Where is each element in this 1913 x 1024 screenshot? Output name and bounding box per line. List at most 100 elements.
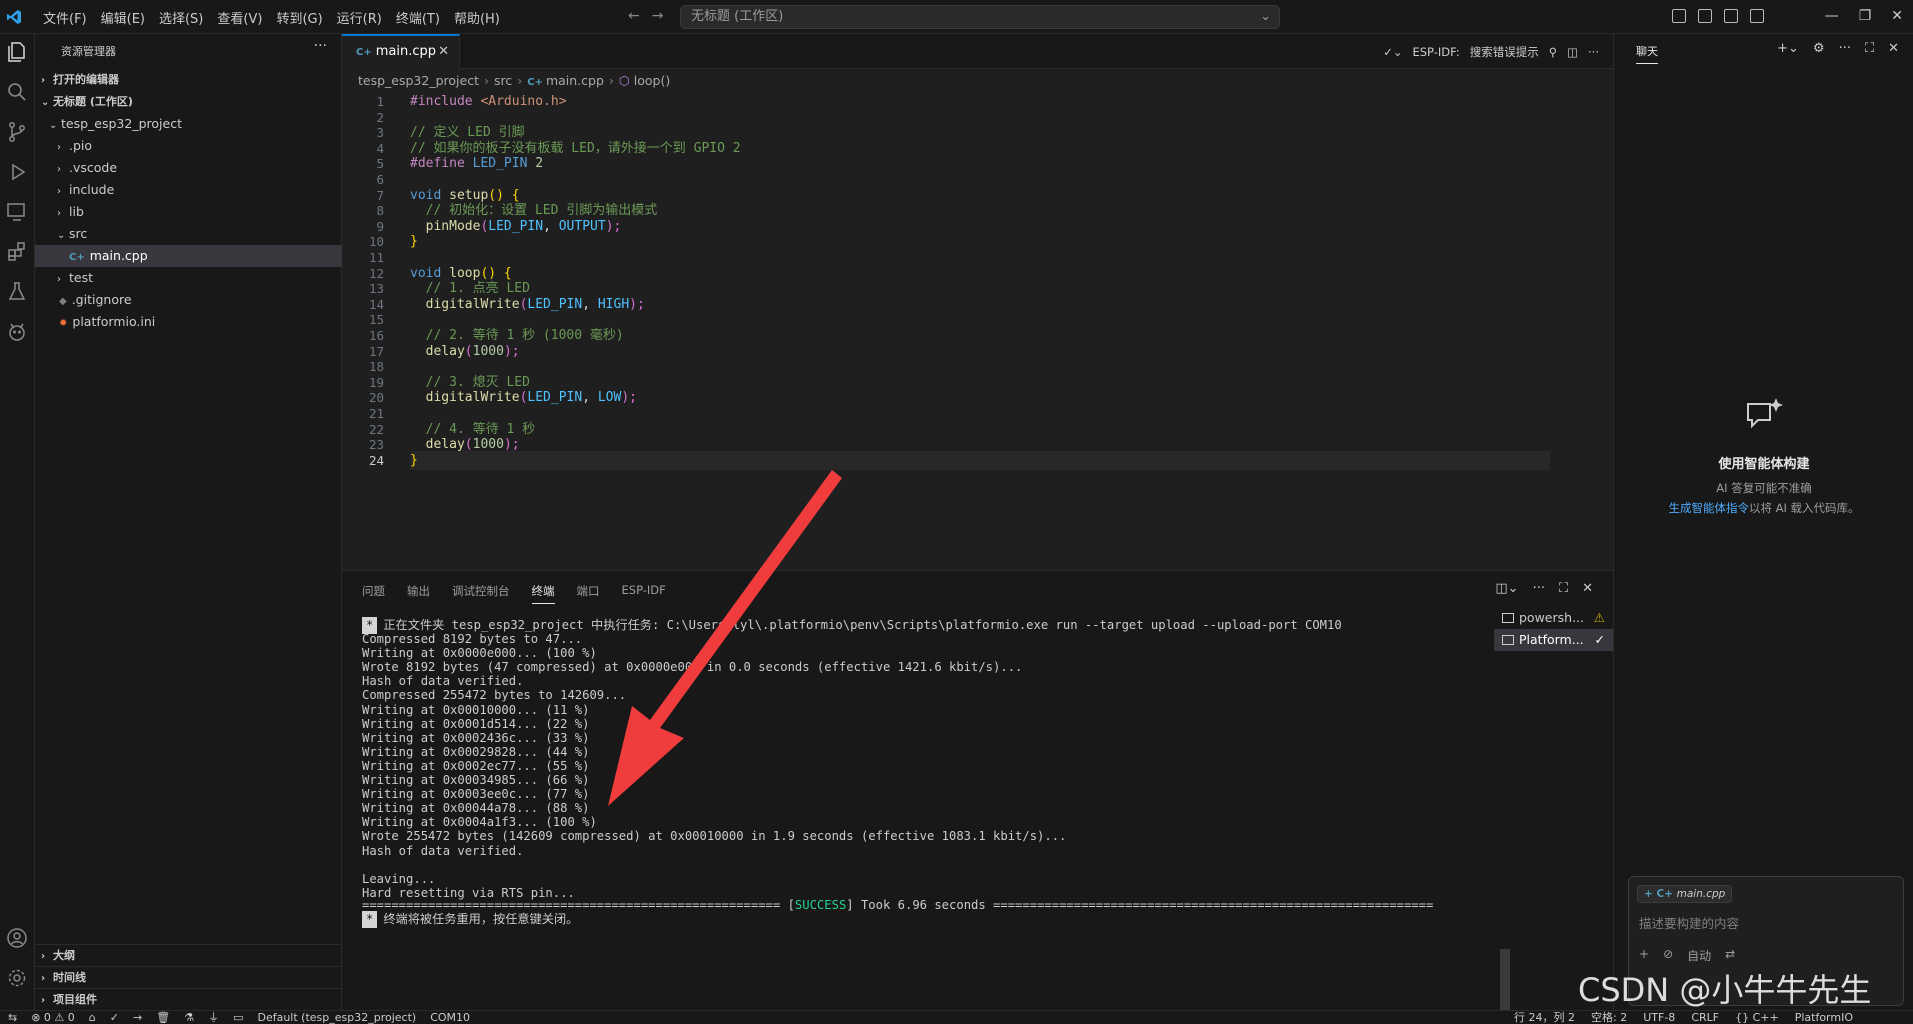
breadcrumb-file[interactable]: main.cpp	[546, 73, 604, 88]
add-context-icon[interactable]: +	[1639, 947, 1649, 964]
serial-monitor-plug-icon[interactable]: ⏚	[208, 1011, 219, 1024]
terminal-item-powershell[interactable]: powersh... ⚠	[1494, 607, 1613, 629]
encoding[interactable]: UTF-8	[1643, 1011, 1675, 1024]
home-icon[interactable]: ⌂	[89, 1011, 96, 1024]
chat-settings-gear-icon[interactable]: ⚙	[1813, 41, 1825, 56]
maximize-panel-icon[interactable]: ⛶	[1559, 581, 1568, 596]
breadcrumb-symbol[interactable]: loop()	[634, 73, 670, 88]
more-actions-icon[interactable]: ···	[314, 38, 327, 54]
command-center[interactable]: 无标题 (工作区) ⌄	[680, 5, 1280, 29]
folder-label: lib	[69, 204, 84, 219]
terminal-output[interactable]: * 正在文件夹 tesp_esp32_project 中执行任务: C:\User…	[362, 617, 1512, 1024]
language-mode[interactable]: {} C++	[1735, 1011, 1779, 1024]
remote-explorer-icon[interactable]	[5, 200, 29, 224]
close-panel-icon[interactable]: ✕	[1582, 581, 1593, 596]
eol[interactable]: CRLF	[1691, 1011, 1719, 1024]
toggle-sidebar-icon[interactable]	[1698, 9, 1712, 23]
tree-folder-test[interactable]: › test	[35, 267, 342, 289]
port-status[interactable]: COM10	[430, 1011, 470, 1024]
settings-gear-icon[interactable]	[5, 966, 29, 990]
platformio-status[interactable]: PlatformIO	[1795, 1011, 1853, 1024]
tab-problems[interactable]: 问题	[362, 583, 385, 604]
menu-help[interactable]: 帮助(H)	[447, 8, 507, 27]
toggle-panel-icon[interactable]	[1724, 9, 1738, 23]
context-chip[interactable]: + C+ main.cpp	[1637, 885, 1733, 903]
more-actions-icon[interactable]: ···	[1839, 41, 1851, 56]
project-components-section[interactable]: › 项目组件	[35, 988, 342, 1010]
close-tab-icon[interactable]: ✕	[438, 36, 449, 68]
problems-status[interactable]: ⊗ 0 ⚠ 0	[31, 1011, 75, 1024]
split-terminal-icon[interactable]: ◫⌄	[1495, 581, 1518, 596]
platformio-alien-icon[interactable]	[5, 320, 29, 344]
copilot-chevron-icon[interactable]: ⌄	[1260, 6, 1271, 28]
tree-folder-src[interactable]: ⌄ src	[35, 223, 342, 245]
toggle-secondary-sidebar-icon[interactable]	[1750, 9, 1764, 23]
forward-arrow-icon[interactable]: →	[652, 8, 664, 24]
generate-instructions-link[interactable]: 生成智能体指令	[1668, 501, 1749, 515]
testing-flask-icon[interactable]	[5, 280, 29, 304]
chat-title[interactable]: 聊天	[1636, 43, 1658, 64]
menu-view[interactable]: 查看(V)	[210, 8, 269, 27]
code-token: #define	[410, 156, 465, 172]
env-status[interactable]: Default (tesp_esp32_project)	[257, 1011, 416, 1024]
tree-file-platformio-ini[interactable]: ✹ platformio.ini	[35, 311, 342, 333]
remote-icon[interactable]: ⇆	[8, 1011, 17, 1024]
open-editors-section[interactable]: › 打开的编辑器	[35, 69, 342, 91]
maximize-icon[interactable]: ⛶	[1865, 41, 1874, 56]
tree-folder-include[interactable]: › include	[35, 179, 342, 201]
tab-main-cpp[interactable]: C+ main.cpp ✕	[342, 34, 460, 69]
check-icon[interactable]: ✓⌄	[1383, 45, 1402, 59]
minimize-icon[interactable]: —	[1825, 8, 1839, 24]
menu-bar: 文件(F) 编辑(E) 选择(S) 查看(V) 转到(G) 运行(R) 终端(T…	[36, 0, 507, 34]
source-control-icon[interactable]	[5, 120, 29, 144]
test-flask-icon[interactable]: ⚗	[184, 1011, 194, 1024]
more-actions-icon[interactable]: ···	[1533, 581, 1545, 596]
attach-icon[interactable]: ⊘	[1663, 947, 1673, 964]
tree-folder-pio[interactable]: › .pio	[35, 135, 342, 157]
back-arrow-icon[interactable]: ←	[628, 8, 640, 24]
tools-icon[interactable]: ⇄	[1725, 947, 1735, 964]
menu-go[interactable]: 转到(G)	[269, 8, 329, 27]
menu-terminal[interactable]: 终端(T)	[389, 8, 447, 27]
search-icon[interactable]	[5, 80, 29, 104]
menu-file[interactable]: 文件(F)	[36, 8, 94, 27]
tree-folder-vscode[interactable]: › .vscode	[35, 157, 342, 179]
new-chat-icon[interactable]: +⌄	[1777, 41, 1799, 56]
indentation[interactable]: 空格: 2	[1591, 1011, 1627, 1024]
mode-select[interactable]: 自动	[1687, 947, 1711, 964]
extensions-icon[interactable]	[5, 240, 29, 264]
tab-terminal[interactable]: 终端	[531, 583, 555, 604]
chat-placeholder[interactable]: 描述要构建的内容	[1639, 913, 1739, 932]
tab-debug-console[interactable]: 调试控制台	[452, 583, 510, 604]
tree-folder-lib[interactable]: › lib	[35, 201, 342, 223]
bulb-icon[interactable]: ⚲	[1549, 45, 1557, 59]
account-icon[interactable]	[5, 926, 29, 950]
menu-edit[interactable]: 编辑(E)	[94, 8, 152, 27]
upload-arrow-icon[interactable]: →	[133, 1011, 142, 1024]
close-panel-icon[interactable]: ✕	[1888, 41, 1899, 56]
search-error-hints-button[interactable]: 搜索错误提示	[1470, 44, 1539, 60]
timeline-section[interactable]: › 时间线	[35, 966, 342, 988]
menu-run[interactable]: 运行(R)	[330, 8, 389, 27]
layout-icon[interactable]	[1672, 9, 1686, 23]
more-actions-icon[interactable]: ···	[1588, 45, 1599, 59]
split-editor-icon[interactable]: ◫	[1567, 45, 1578, 59]
breadcrumb-folder[interactable]: src	[494, 73, 512, 88]
build-check-icon[interactable]: ✓	[110, 1011, 119, 1024]
explorer-icon[interactable]	[5, 40, 29, 64]
tree-file-gitignore[interactable]: ◆ .gitignore	[35, 289, 342, 311]
restore-icon[interactable]: ❐	[1859, 8, 1872, 24]
terminal-icon[interactable]: ▭	[233, 1011, 243, 1024]
run-debug-icon[interactable]	[5, 160, 29, 184]
tree-file-main-cpp[interactable]: C+ main.cpp	[35, 245, 342, 267]
clean-trash-icon[interactable]: 🗑	[156, 1011, 170, 1024]
terminal-item-platformio[interactable]: Platform... ✓	[1494, 629, 1613, 651]
close-window-icon[interactable]: ✕	[1891, 8, 1903, 24]
breadcrumb-project[interactable]: tesp_esp32_project	[358, 73, 479, 88]
tab-output[interactable]: 输出	[407, 583, 430, 604]
cursor-position[interactable]: 行 24，列 2	[1514, 1011, 1575, 1024]
workspace-section[interactable]: ⌄ 无标题 (工作区)	[35, 91, 342, 113]
outline-section[interactable]: › 大纲	[35, 944, 342, 966]
menu-selection[interactable]: 选择(S)	[152, 8, 210, 27]
tree-project-folder[interactable]: ⌄ tesp_esp32_project	[35, 113, 342, 135]
